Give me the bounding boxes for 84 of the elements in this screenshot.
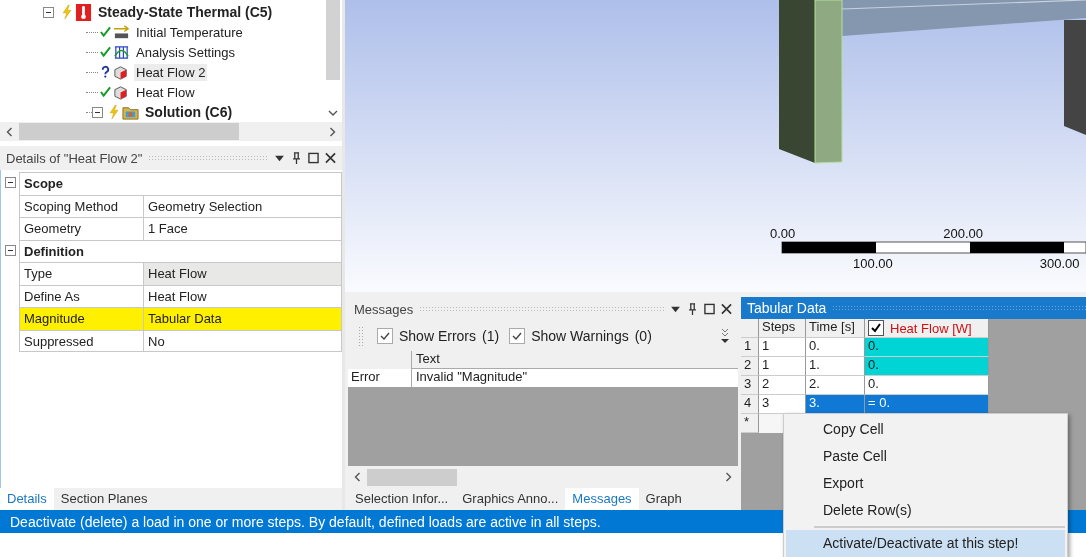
table-cell: 1 <box>759 338 806 357</box>
scale-label: 0.00 <box>770 226 796 241</box>
table-cell: 3 <box>759 395 806 414</box>
collapse-icon[interactable] <box>92 106 103 118</box>
tree-item[interactable]: Initial Temperature <box>134 23 245 41</box>
menu-item[interactable]: Paste Cell <box>784 443 1067 470</box>
check-icon <box>870 322 882 334</box>
tab[interactable]: Graph <box>638 488 689 510</box>
collapse-icon[interactable] <box>4 244 16 256</box>
property-label: Scoping Method <box>19 194 143 217</box>
property-value[interactable]: Heat Flow <box>143 284 342 307</box>
arrow-icon <box>113 23 130 41</box>
tab[interactable]: Messages <box>565 488 639 510</box>
menu-item[interactable]: Copy Cell <box>784 416 1067 443</box>
tab[interactable]: Selection Infor... <box>348 488 456 510</box>
check-icon <box>379 330 391 342</box>
menu-item[interactable]: Export <box>784 470 1067 497</box>
property-value[interactable]: 1 Face <box>143 217 342 240</box>
table-cell[interactable]: 1. <box>806 357 865 376</box>
table-cell[interactable]: 0. <box>865 338 989 357</box>
column-header[interactable]: Steps <box>759 319 806 338</box>
grid-icon <box>113 43 130 61</box>
table-cell: 1 <box>759 357 806 376</box>
property-value[interactable]: Tabular Data <box>143 307 342 330</box>
panel-title: Details of "Heat Flow 2" <box>6 150 143 166</box>
cube-icon <box>113 83 130 101</box>
scroll-left-icon[interactable] <box>6 126 13 137</box>
group-header[interactable]: Scope <box>19 172 342 195</box>
pin-icon[interactable] <box>687 303 698 315</box>
property-value[interactable]: Heat Flow <box>143 262 342 285</box>
scale-label: 300.00 <box>1039 256 1080 271</box>
scale-label: 100.00 <box>853 256 893 271</box>
table-cell[interactable]: 2. <box>806 376 865 395</box>
collapse-icon[interactable] <box>43 6 54 18</box>
menu-item[interactable]: Delete Row(s) <box>784 497 1067 524</box>
table-cell[interactable]: 0. <box>865 376 989 395</box>
scroll-down-icon[interactable] <box>328 110 338 116</box>
property-label: Define As <box>19 284 143 307</box>
property-label: Type <box>19 262 143 285</box>
table-cell: Error <box>348 369 412 387</box>
property-label: Magnitude <box>19 307 143 330</box>
scroll-right-icon[interactable] <box>725 472 732 482</box>
count: (1) <box>482 328 500 344</box>
table-cell: 2 <box>759 376 806 395</box>
collapse-icon[interactable] <box>4 177 16 188</box>
check-icon <box>511 330 524 342</box>
tab[interactable]: Graphics Anno... <box>455 488 566 510</box>
property-value[interactable]: Geometry Selection <box>143 194 342 217</box>
table-cell-text: Invalid "Magnitude" <box>415 369 529 386</box>
checkbox[interactable] <box>868 320 884 336</box>
scale-label: 200.00 <box>943 226 984 241</box>
checkbox[interactable] <box>509 328 526 344</box>
tab[interactable]: Details <box>0 488 54 510</box>
checkbox-label: Show Errors <box>399 328 477 344</box>
count: (0) <box>634 328 652 344</box>
overflow-icon[interactable] <box>720 328 730 344</box>
property-label: Geometry <box>19 217 143 240</box>
close-icon[interactable] <box>721 303 732 315</box>
panel-title: Messages <box>354 301 414 317</box>
maximize-icon[interactable] <box>704 303 715 315</box>
cube-icon <box>113 63 130 81</box>
column-header[interactable]: Time [s] <box>806 319 865 338</box>
tree-item[interactable]: Steady-State Thermal (C5) <box>96 3 275 21</box>
scroll-left-icon[interactable] <box>354 472 361 482</box>
thermometer-icon <box>75 3 92 21</box>
panel-title: Tabular Data <box>747 300 827 316</box>
status-text: Deactivate (delete) a load in one or more steps. By default, defined loads are active in all steps. <box>10 513 601 530</box>
table-cell[interactable]: 0. <box>865 357 989 376</box>
checkbox-label: Show Warnings <box>531 328 629 344</box>
table-cell[interactable]: 0. <box>806 338 865 357</box>
tree-item[interactable]: Solution (C6) <box>143 103 235 121</box>
tab[interactable]: Section Planes <box>53 488 155 510</box>
tree-item[interactable]: Heat Flow <box>134 83 197 101</box>
checkbox[interactable] <box>377 328 393 344</box>
pin-icon[interactable] <box>291 152 302 164</box>
property-value[interactable]: No <box>143 329 342 352</box>
horizontal-scrollbar[interactable] <box>0 122 342 141</box>
property-label: Suppressed <box>19 329 143 352</box>
close-icon[interactable] <box>325 152 336 164</box>
menu-item[interactable]: Activate/Deactivate at this step! <box>786 530 1065 557</box>
tree-item[interactable]: Analysis Settings <box>134 43 237 61</box>
maximize-icon[interactable] <box>308 152 319 164</box>
tree-item[interactable]: Heat Flow 2 <box>134 63 208 81</box>
scroll-right-icon[interactable] <box>329 126 336 137</box>
